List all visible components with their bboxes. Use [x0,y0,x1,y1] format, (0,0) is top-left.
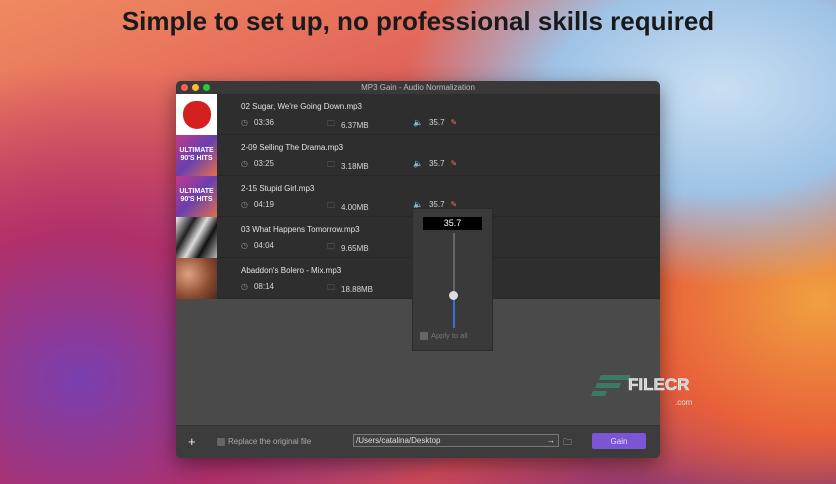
add-file-button[interactable]: + [188,434,196,449]
track-size: 3.18MB [341,161,369,171]
window-title: MP3 Gain - Audio Normalization [361,83,475,92]
minimize-button[interactable] [192,84,199,91]
folder-icon: 🗀 [327,242,335,251]
track-duration: 03:36 [253,118,275,127]
output-path-value: /Users/catalina/Desktop [356,436,441,445]
apply-to-all-checkbox[interactable]: Apply to all [420,331,468,340]
app-window: MP3 Gain - Audio Normalization 02 Sugar,… [176,81,660,458]
track-name: 03 What Happens Tomorrow.mp3 [241,225,360,234]
album-art-title: ULTIMATE [179,147,214,154]
watermark-domain: .com [675,398,693,407]
album-art [176,94,217,135]
album-art-subtitle: 90'S HITS [180,155,213,162]
track-row[interactable]: ULTIMATE 90'S HITS 2-09 Selling The Drama… [176,135,660,176]
gain-button[interactable]: Gain [592,433,646,449]
folder-icon: 🗀 [327,119,335,128]
clock-icon: ◷ [241,200,248,209]
track-size: 18.88MB [341,284,374,294]
gain-popover: 35.7 Apply to all [412,208,493,351]
track-gain: 35.7 [428,118,445,127]
checkbox-icon [217,437,225,446]
watermark-brand: FILECR [628,375,690,395]
edit-gain-icon[interactable]: ✎ [451,118,458,127]
volume-icon: 🔈 [413,159,423,168]
clock-icon: ◷ [241,159,248,168]
headline: Simple to set up, no professional skills… [121,6,715,36]
track-name: Abaddon's Bolero - Mix.mp3 [241,266,342,275]
track-name: 2-09 Selling The Drama.mp3 [241,143,344,152]
album-art [176,258,217,299]
title-bar: MP3 Gain - Audio Normalization [176,81,660,94]
track-size: 4.00MB [341,202,369,212]
track-duration: 08:14 [253,282,275,291]
watermark-logo [591,375,631,399]
arrow-right-icon[interactable]: → [547,435,555,446]
track-size: 6.37MB [341,120,369,130]
track-gain: 35.7 [428,159,445,168]
gain-slider-knob[interactable] [449,290,458,300]
track-duration: 04:04 [253,241,275,250]
close-button[interactable] [181,84,188,91]
zoom-button[interactable] [203,84,210,91]
checkbox-icon [420,331,428,340]
clock-icon: ◷ [241,118,248,127]
track-size: 9.65MB [341,243,369,253]
track-name: 2-15 Stupid Girl.mp3 [241,184,315,193]
album-art: ULTIMATE 90'S HITS [176,176,217,217]
apply-label: Apply to all [431,331,468,340]
folder-icon[interactable]: 🗀 [563,435,572,451]
folder-icon: 🗀 [327,201,335,210]
album-art-title: ULTIMATE [179,188,214,195]
edit-gain-icon[interactable]: ✎ [451,159,458,168]
album-art: ULTIMATE 90'S HITS [176,135,217,176]
folder-icon: 🗀 [327,160,335,169]
replace-label: Replace the original file [228,437,312,446]
clock-icon: ◷ [241,282,248,291]
volume-icon: 🔈 [413,118,423,127]
replace-original-checkbox[interactable]: Replace the original file [217,437,311,446]
gain-value: 35.7 [423,217,482,230]
album-art-subtitle: 90'S HITS [180,196,213,203]
bottom-bar: + Replace the original file /Users/catal… [176,425,660,458]
track-duration: 04:19 [253,200,275,209]
track-duration: 03:25 [253,159,275,168]
track-name: 02 Sugar, We're Going Down.mp3 [241,102,362,111]
track-row[interactable]: 02 Sugar, We're Going Down.mp3 ◷ 03:36 🗀 6… [176,94,660,135]
clock-icon: ◷ [241,241,248,250]
album-art [176,217,217,258]
folder-icon: 🗀 [327,283,335,292]
output-path-field[interactable]: /Users/catalina/Desktop → [353,434,559,447]
